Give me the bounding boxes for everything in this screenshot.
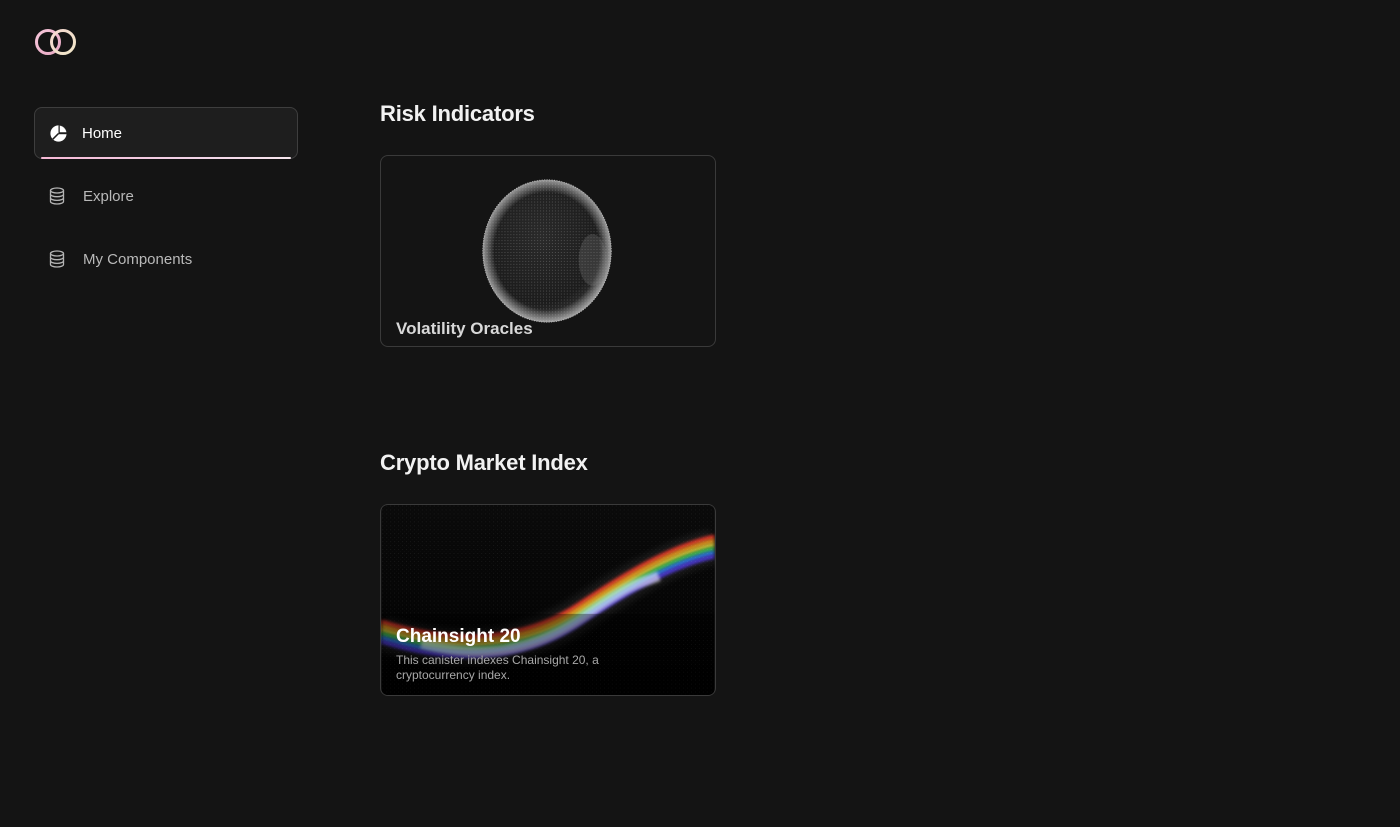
pie-chart-icon [48, 123, 68, 143]
database-icon [47, 186, 67, 206]
card-title: Volatility Oracles [396, 319, 533, 338]
sidebar-item-label: My Components [83, 250, 193, 268]
sidebar-item-label: Home [82, 124, 123, 142]
database-icon [47, 249, 67, 269]
card-chainsight-20[interactable]: Chainsight 20 This canister indexes Chai… [380, 504, 716, 696]
app-root: Home Explore My Components Risk Indicato… [0, 0, 1400, 827]
section-title-crypto-market-index: Crypto Market Index [380, 450, 588, 475]
card-description: This canister indexes Chainsight 20, a c… [396, 653, 599, 682]
card-title: Chainsight 20 [396, 626, 521, 647]
interlocked-rings-icon[interactable] [32, 26, 80, 58]
sidebar: Home Explore My Components [34, 107, 298, 296]
card-volatility-oracles[interactable]: Volatility Oracles [380, 155, 716, 347]
sidebar-item-explore[interactable]: Explore [34, 170, 298, 222]
sidebar-item-my-components[interactable]: My Components [34, 233, 298, 285]
dotted-sphere-illustration [482, 179, 612, 323]
sidebar-item-label: Explore [83, 187, 134, 205]
sidebar-item-home[interactable]: Home [34, 107, 298, 159]
section-title-risk-indicators: Risk Indicators [380, 101, 535, 126]
